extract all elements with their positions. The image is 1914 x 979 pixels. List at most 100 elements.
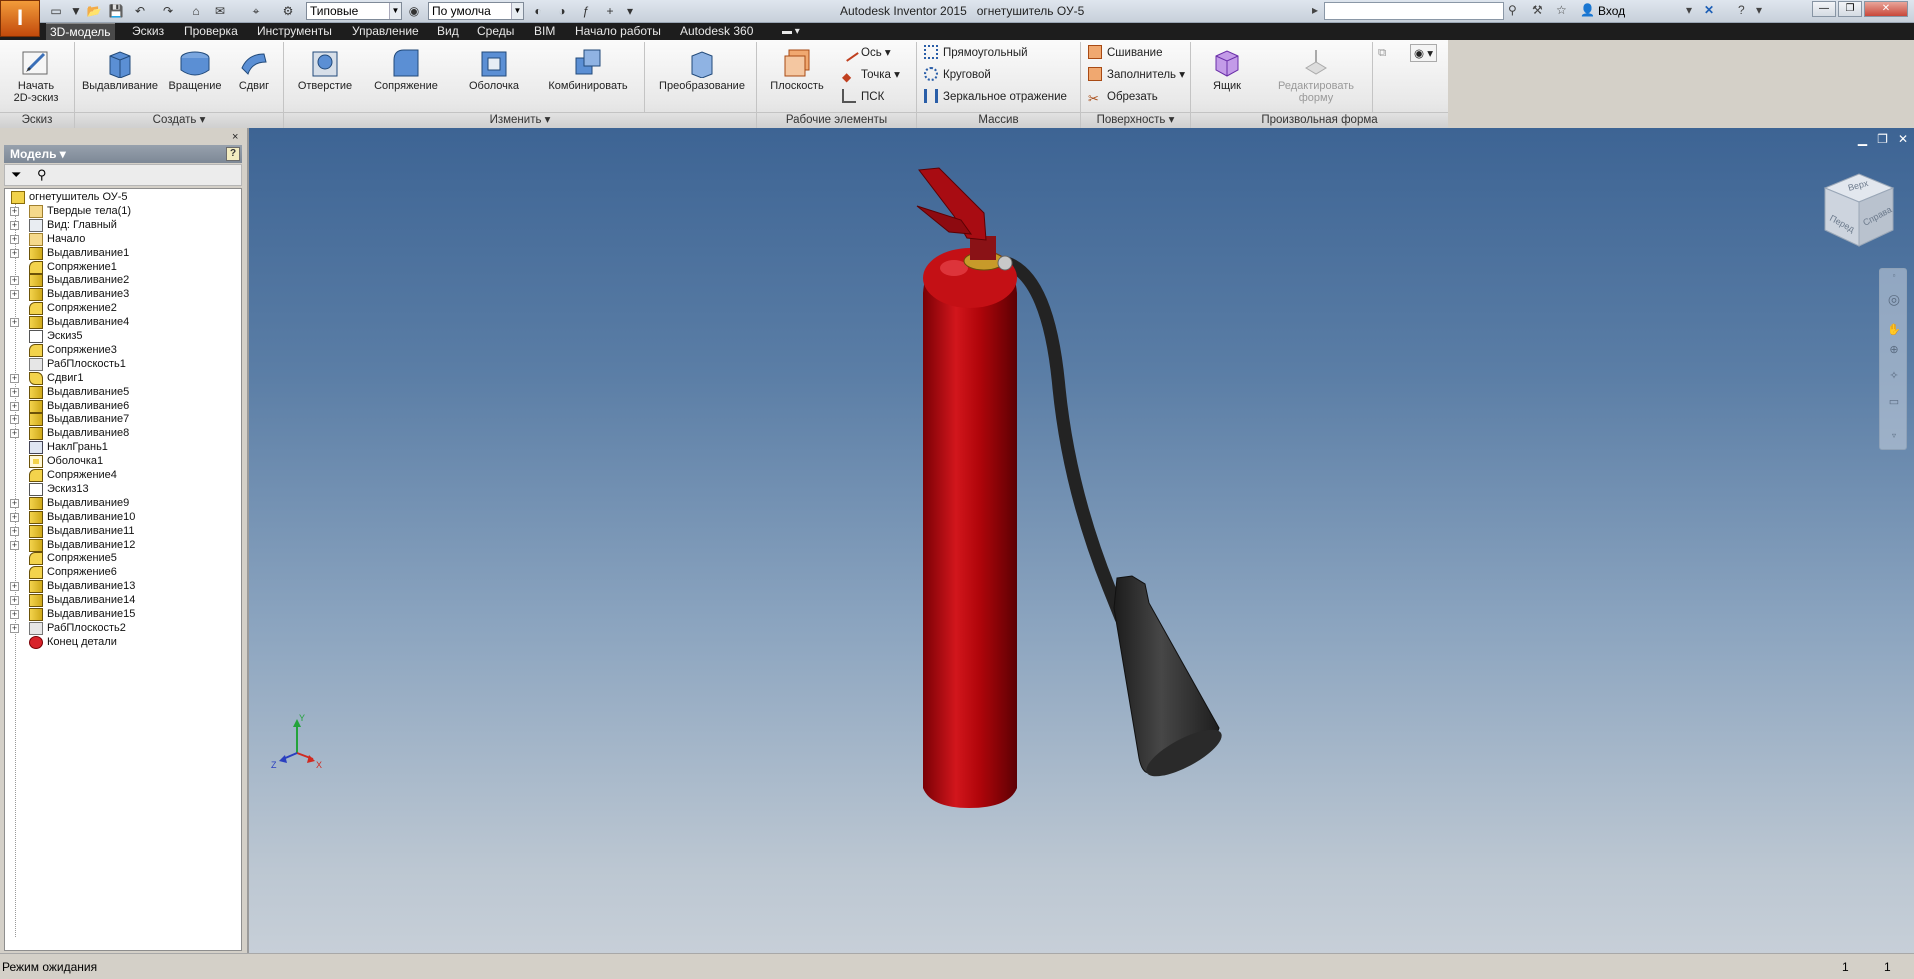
exchange-apps-icon[interactable]: ✕ [1704, 3, 1714, 17]
favorites-star-icon[interactable]: ☆ [1556, 3, 1567, 17]
subscription-icon[interactable]: ⚒ [1532, 3, 1543, 17]
expand-toggle-icon[interactable]: + [10, 220, 19, 230]
redo-icon[interactable]: ↷ [160, 3, 176, 19]
browser-help-icon[interactable]: ? [226, 147, 240, 161]
tab-environments[interactable]: Среды [477, 23, 514, 40]
adjust-icon[interactable]: ◐ [530, 3, 546, 19]
zoom-icon[interactable]: ⊕ [1887, 343, 1901, 356]
expand-toggle-icon[interactable]: + [10, 248, 19, 258]
stitch-button[interactable]: Сшивание [1088, 44, 1163, 62]
graphics-viewport[interactable]: ▁ ❐ ✕ Верх Перед Справа ▫ ◎ ✋ ⊕ ✧ ▭ ▿ Y … [247, 128, 1914, 953]
start-2d-sketch-button[interactable]: Начать 2D-эскиз [6, 44, 66, 104]
help-icon[interactable]: ? [1738, 3, 1745, 17]
hole-button[interactable]: Отверстие [290, 44, 360, 92]
appearance-combo[interactable]: По умолча ▼ [428, 2, 524, 20]
color-wheel-icon[interactable]: ◉ [406, 3, 422, 19]
chevron-down-icon[interactable]: ▾ [1686, 3, 1692, 17]
maximize-button[interactable]: ❐ [1838, 1, 1862, 17]
home-icon[interactable]: ⌂ [188, 3, 204, 19]
style-combo[interactable]: Типовые ▼ [306, 2, 402, 20]
expand-toggle-icon[interactable]: + [10, 498, 19, 508]
expand-toggle-icon[interactable]: + [10, 234, 19, 244]
viewport-close-icon[interactable]: ✕ [1898, 132, 1908, 146]
tab-sketch[interactable]: Эскиз [132, 23, 164, 40]
expand-toggle-icon[interactable]: + [10, 429, 19, 439]
tab-tools[interactable]: Инструменты [257, 23, 332, 40]
quick-customize-icon[interactable]: ◉ ▾ [1410, 44, 1438, 62]
undo-icon[interactable]: ↶ [132, 3, 148, 19]
expand-toggle-icon[interactable]: + [10, 276, 19, 286]
tab-3d-model[interactable]: 3D-модель [46, 23, 115, 40]
find-binoculars-icon[interactable]: ⚲ [37, 167, 47, 183]
tab-view[interactable]: Вид [437, 23, 459, 40]
ribbon-display-toggle-icon[interactable]: ▬ ▾ [782, 23, 800, 40]
orbit-icon[interactable]: ✧ [1887, 369, 1901, 382]
expand-toggle-icon[interactable]: + [10, 610, 19, 619]
expand-toggle-icon[interactable]: + [10, 596, 19, 606]
point-button[interactable]: ◆ Точка ▾ [842, 66, 900, 84]
expand-toggle-icon[interactable]: + [10, 415, 19, 425]
signin-button[interactable]: Вход [1598, 4, 1625, 18]
viewport-minimize-icon[interactable]: ▁ [1858, 132, 1867, 146]
circular-pattern-button[interactable]: Круговой [924, 66, 991, 84]
chevron-down-icon[interactable]: ▾ [1756, 3, 1762, 17]
new-file-icon[interactable]: ▭ [48, 3, 64, 19]
properties-icon[interactable]: ⚙ [280, 3, 296, 19]
search-input[interactable] [1324, 2, 1504, 20]
extrude-button[interactable]: Выдавливание [80, 44, 160, 92]
expand-toggle-icon[interactable]: + [10, 318, 19, 328]
navbar-close-icon[interactable]: ▫ [1887, 271, 1901, 283]
application-menu-button[interactable]: I [0, 0, 40, 37]
expand-toggle-icon[interactable]: + [10, 526, 19, 536]
sweep-button[interactable]: Сдвиг [228, 44, 280, 92]
layout-icon[interactable]: ⧉ [1378, 44, 1386, 62]
tab-manage[interactable]: Управление [352, 23, 419, 40]
open-file-icon[interactable]: 📂 [86, 3, 102, 19]
tab-get-started[interactable]: Начало работы [575, 23, 661, 40]
ucs-button[interactable]: ПСК [842, 88, 884, 106]
expand-toggle-icon[interactable]: + [10, 401, 19, 411]
trim-button[interactable]: ✂ Обрезать [1088, 88, 1158, 106]
fillet-button[interactable]: Сопряжение [366, 44, 446, 92]
expand-toggle-icon[interactable]: + [10, 387, 19, 397]
panel-modify-label[interactable]: Изменить ▾ [284, 112, 756, 128]
browser-title-dropdown[interactable]: Модель ▾ [4, 145, 242, 163]
viewcube[interactable]: Верх Перед Справа [1815, 168, 1901, 254]
close-button[interactable]: ✕ [1864, 1, 1908, 17]
expand-toggle-icon[interactable]: + [10, 206, 19, 216]
plane-button[interactable]: Плоскость [762, 44, 832, 92]
customize-icon[interactable]: ▾ [622, 3, 638, 19]
look-at-icon[interactable]: ▭ [1887, 395, 1901, 408]
expand-toggle-icon[interactable]: + [10, 290, 19, 300]
expand-toggle-icon[interactable]: + [10, 582, 19, 592]
pan-hand-icon[interactable]: ✋ [1887, 323, 1901, 336]
minimize-button[interactable]: — [1812, 1, 1836, 17]
steering-wheel-icon[interactable]: ◎ [1887, 291, 1901, 307]
panel-surface-label[interactable]: Поверхность ▾ [1081, 112, 1190, 128]
formula-icon[interactable]: ƒ [578, 3, 594, 19]
mirror-button[interactable]: Зеркальное отражение [924, 88, 1067, 106]
rectangular-pattern-button[interactable]: Прямоугольный [924, 44, 1028, 62]
axis-button[interactable]: Ось ▾ [839, 42, 891, 62]
expand-toggle-icon[interactable]: + [10, 540, 19, 550]
revolve-button[interactable]: Вращение [164, 44, 226, 92]
expand-toggle-icon[interactable]: + [10, 373, 19, 383]
tab-inspect[interactable]: Проверка [184, 23, 238, 40]
expand-search-icon[interactable]: ▸ [1312, 3, 1318, 17]
panel-create-label[interactable]: Создать ▾ [75, 112, 283, 128]
filter-icon[interactable]: ⏷ [11, 167, 21, 183]
update-icon[interactable]: ✉ [212, 3, 228, 19]
clear-appearance-icon[interactable]: ◑ [554, 3, 570, 19]
browser-close-icon[interactable]: × [232, 131, 238, 143]
open-icon[interactable]: ▼ [68, 3, 84, 19]
freeform-box-button[interactable]: Ящик [1196, 44, 1258, 92]
shell-button[interactable]: Оболочка [454, 44, 534, 92]
navbar-customize-icon[interactable]: ▿ [1887, 431, 1901, 443]
convert-button[interactable]: Преобразование [652, 44, 752, 92]
add-icon[interactable]: + [602, 3, 618, 19]
tab-autodesk-360[interactable]: Autodesk 360 [680, 23, 753, 40]
tab-bim[interactable]: BIM [534, 23, 555, 40]
patch-button[interactable]: Заполнитель ▾ [1088, 66, 1185, 84]
expand-toggle-icon[interactable]: + [10, 512, 19, 522]
binoculars-icon[interactable]: ⚲ [1508, 3, 1517, 17]
